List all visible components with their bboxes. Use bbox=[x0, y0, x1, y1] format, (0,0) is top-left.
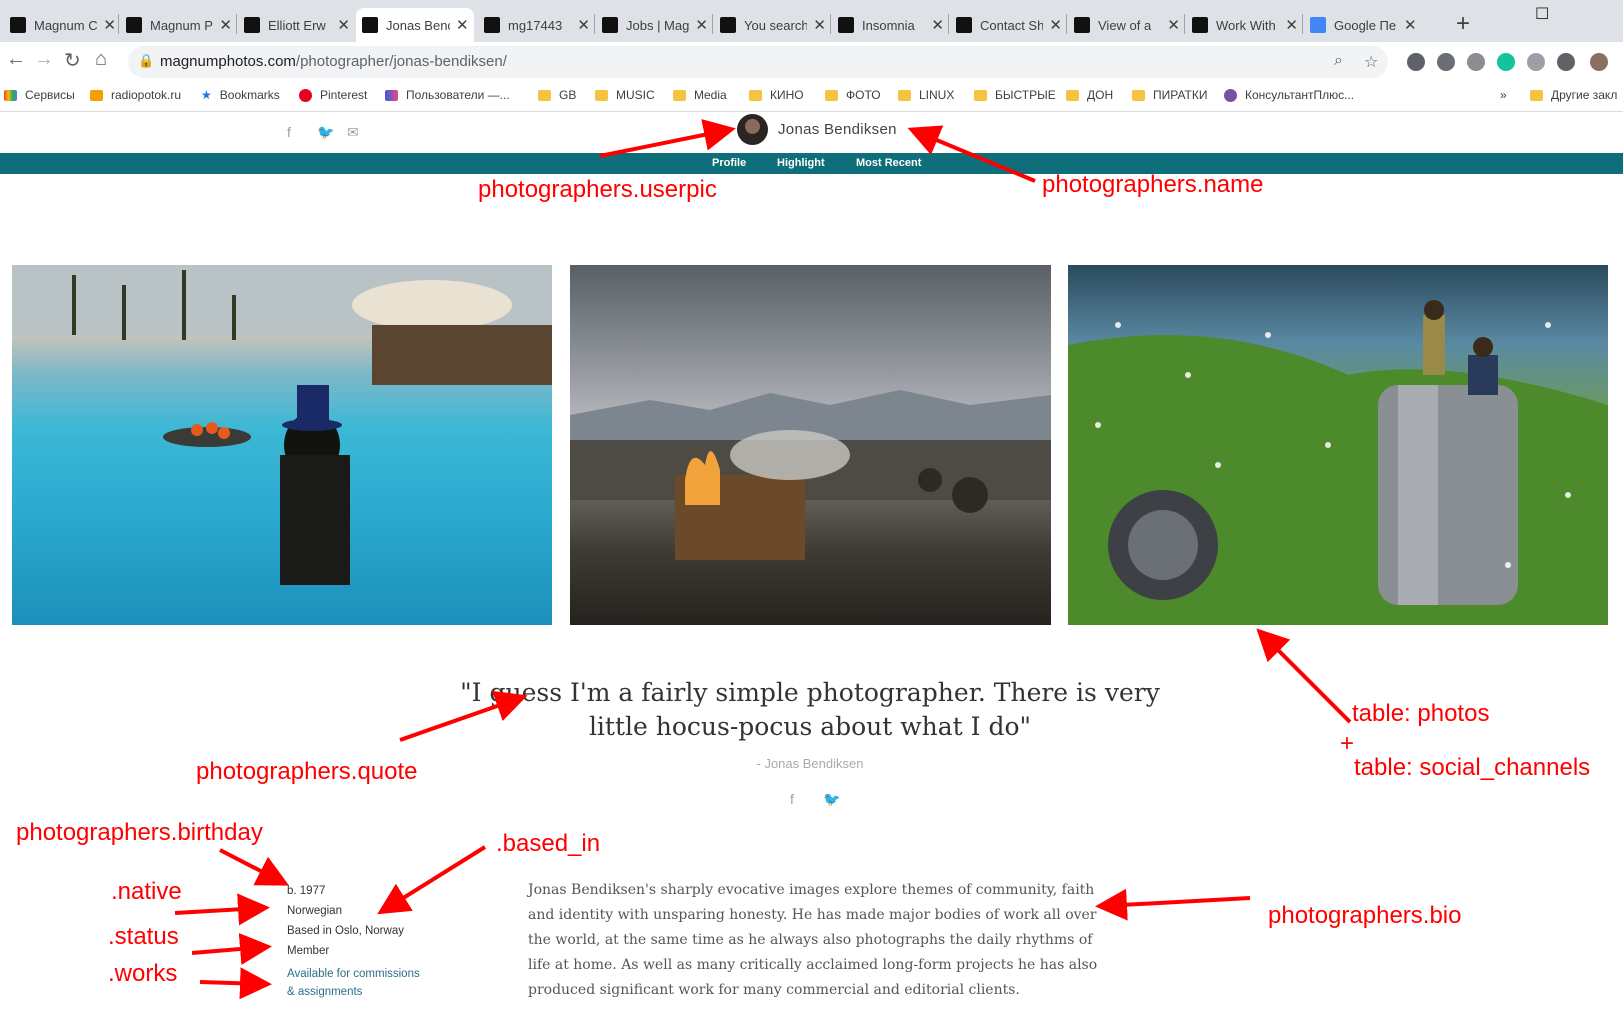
arrow-native bbox=[174, 893, 270, 926]
arrow-name bbox=[907, 125, 1036, 183]
arrow-quote bbox=[399, 690, 528, 742]
arrow-userpic bbox=[599, 119, 736, 158]
annotation-arrows bbox=[174, 119, 1352, 1000]
arrow-status bbox=[191, 933, 272, 965]
arrow-birthday bbox=[219, 848, 290, 886]
arrow-works bbox=[199, 967, 272, 1000]
arrow-based-in bbox=[377, 845, 487, 915]
arrow-bio bbox=[1095, 888, 1251, 921]
arrow-photos bbox=[1256, 628, 1352, 724]
